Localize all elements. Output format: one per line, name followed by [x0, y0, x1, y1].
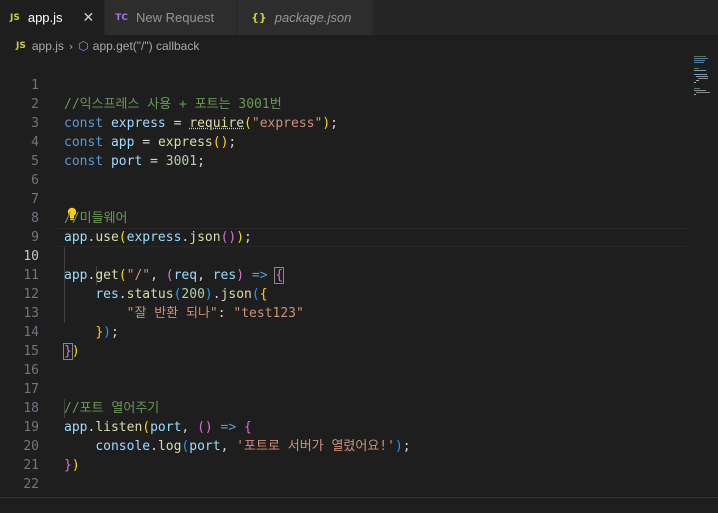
tab-label: New Request	[136, 10, 215, 25]
breadcrumb-file[interactable]: app.js	[32, 39, 64, 53]
code-line: 16	[0, 342, 718, 378]
breadcrumb: JS app.js › ⬡ app.get("/") callback	[0, 35, 718, 57]
code-line: 17 //포트 열어주기	[0, 361, 718, 416]
code-line: 7 //미들웨어	[0, 171, 718, 226]
code-line: 5	[0, 133, 718, 169]
line-number: 22	[23, 477, 39, 492]
tab-label: package.json	[274, 10, 352, 25]
code-line: 12 "잘 반환 되나": "test123"	[0, 266, 718, 321]
code-line: 9	[0, 209, 718, 245]
editor-tab-bar: JS app.js ✕ TC New Request {} package.js…	[0, 0, 718, 35]
tab-app-js[interactable]: JS app.js ✕	[0, 0, 106, 35]
code-line: 22	[0, 456, 718, 492]
code-line: 11 res.status(200).json({	[0, 247, 718, 302]
code-line: 15	[0, 323, 718, 359]
method-cube-icon: ⬡	[78, 39, 89, 53]
code-line: 8 app.use(express.json());	[0, 190, 718, 245]
code-line: 19 console.log(port, '포트로 서버가 열렸어요!');	[0, 399, 718, 454]
close-icon[interactable]: ✕	[83, 10, 95, 26]
tab-new-request[interactable]: TC New Request	[105, 0, 238, 35]
tab-label: app.js	[27, 10, 63, 25]
javascript-file-icon: JS	[16, 41, 26, 51]
code-line: 3 const app = express();	[0, 95, 718, 150]
code-line: 21	[0, 437, 718, 473]
code-line: 2 const express = require("express");	[0, 76, 718, 131]
code-line: 20 })	[0, 418, 718, 473]
chevron-right-icon: ›	[68, 39, 74, 53]
code-line: 14 })	[0, 304, 718, 360]
code-line: 18 app.listen(port, () => {	[0, 380, 718, 435]
breadcrumb-symbol[interactable]: app.get("/") callback	[93, 39, 200, 53]
code-line: 6	[0, 152, 718, 188]
code-line: 13 });	[0, 285, 718, 340]
thunder-client-icon: TC	[115, 12, 129, 23]
code-line: 4 const port = 3001;	[0, 114, 718, 169]
code-line: 1 //익스프레스 사용 + 포트는 3001번	[0, 57, 718, 112]
code-editor[interactable]: 1 //익스프레스 사용 + 포트는 3001번 2 const express…	[0, 57, 718, 497]
tab-bar-empty-area	[374, 0, 718, 35]
json-file-icon: {}	[251, 11, 267, 24]
code-line: 10 app.get("/", (req, res) => {	[0, 228, 718, 284]
javascript-file-icon: JS	[10, 12, 20, 23]
tab-package-json[interactable]: {} package.json	[237, 0, 375, 35]
